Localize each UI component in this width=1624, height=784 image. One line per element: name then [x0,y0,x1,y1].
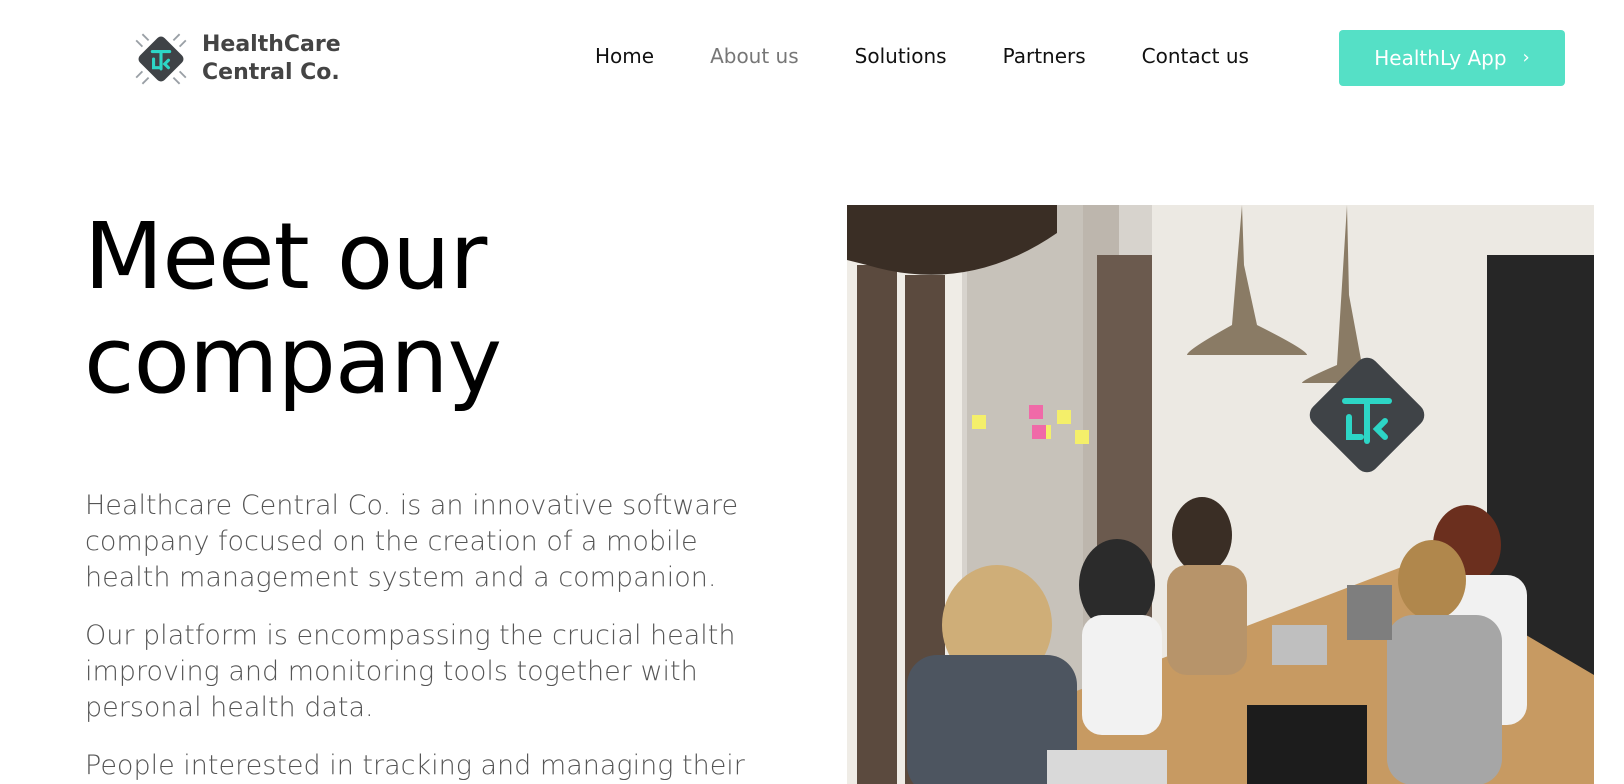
about-paragraph-1: Healthcare Central Co. is an innovative … [85,490,739,593]
nav-partners[interactable]: Partners [1003,44,1086,68]
nav-about-us[interactable]: About us [710,44,799,68]
about-paragraph-2: Our platform is encompassing the crucial… [85,620,736,723]
page-title: Meet our company [84,203,502,414]
site-header: HealthCare Central Co. Home About us Sol… [0,0,1624,112]
brand-name: HealthCare Central Co. [202,31,341,87]
title-line-2: company [84,307,502,414]
about-copy: Healthcare Central Co. is an innovative … [85,488,785,784]
healthly-app-label: HealthLy App [1374,46,1507,70]
nav-contact-us[interactable]: Contact us [1142,44,1249,68]
title-line-1: Meet our [84,203,487,310]
brand-line-1: HealthCare [202,32,341,57]
about-paragraph-3: People interested in tracking and managi… [85,750,745,781]
brand-line-2: Central Co. [202,60,340,85]
team-meeting-photo [847,205,1594,784]
brand-logo-link[interactable]: HealthCare Central Co. [130,28,341,90]
healthly-app-button[interactable]: HealthLy App › [1339,30,1565,86]
nav-home[interactable]: Home [595,44,654,68]
main-nav: Home About us Solutions Partners Contact… [595,44,1305,68]
chevron-right-icon: › [1522,47,1530,68]
chip-logo-icon [135,33,187,85]
nav-solutions[interactable]: Solutions [855,44,947,68]
